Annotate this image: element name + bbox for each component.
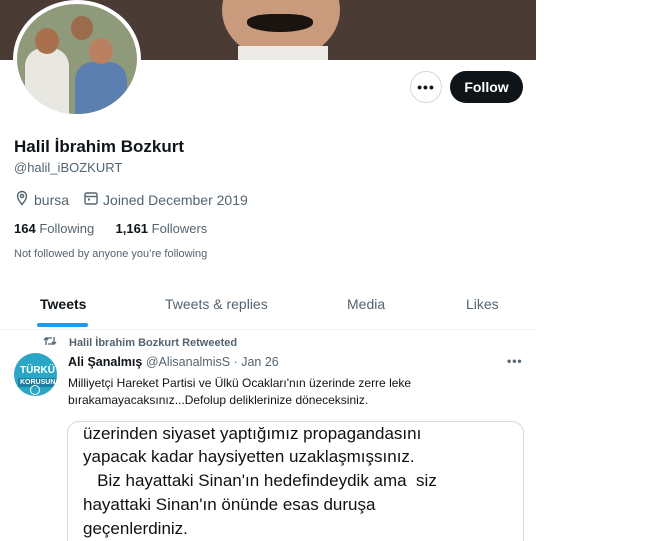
tweet-separator: ·: [233, 355, 238, 369]
avatar-head-1: [35, 28, 59, 54]
banner-collar: [238, 46, 328, 60]
avatar-head-2: [89, 38, 113, 64]
tweet-text-line: Milliyetçi Hareket Partisi ve Ülkü Ocakl…: [68, 376, 412, 390]
not-followed-text: Not followed by anyone you’re following: [14, 248, 208, 260]
tab-tweets[interactable]: Tweets: [40, 296, 86, 312]
following-label: Following: [39, 221, 95, 236]
followers-link[interactable]: 1,161 Followers: [116, 221, 208, 236]
active-tab-indicator: [37, 323, 88, 327]
tweet-header: Ali Şanalmış @AlisanalmisS · Jan 26: [68, 355, 279, 369]
tweet-media-image[interactable]: üzerinden siyaset yaptığımız propagandas…: [67, 421, 524, 541]
tweet-text: Milliyetçi Hareket Partisi ve Ülkü Ocakl…: [68, 375, 508, 409]
profile-stats: 164 Following 1,161 Followers: [14, 221, 207, 236]
avatar-head-3: [71, 16, 93, 40]
retweet-label: Halil İbrahim Bozkurt Retweeted: [69, 336, 238, 349]
retweet-icon: [43, 335, 57, 350]
tab-tweets-replies[interactable]: Tweets & replies: [165, 296, 268, 312]
tweet-author-avatar[interactable]: TÜRKÜ KORUSUN: [14, 353, 57, 396]
tweet-more-icon[interactable]: •••: [507, 354, 523, 368]
media-text-line: geçenlerdiniz.: [83, 519, 188, 538]
media-text-line: hayattaki Sinan'ın önünde esas duruşa: [83, 495, 376, 514]
followers-count: 1,161: [115, 221, 149, 236]
tweet-author-name[interactable]: Ali Şanalmış: [68, 355, 142, 369]
tab-media[interactable]: Media: [347, 296, 385, 312]
follow-button[interactable]: Follow: [450, 71, 523, 103]
avatar-emblem: [30, 385, 40, 395]
calendar-icon: [83, 190, 99, 209]
location-icon: [14, 190, 30, 209]
tweet-date[interactable]: Jan 26: [241, 355, 279, 369]
banner-mustache: [247, 14, 313, 32]
avatar-figure-2: [75, 62, 127, 114]
media-text-line: yapacak kadar haysiyetten uzaklaşmışsını…: [83, 447, 415, 466]
retweet-context[interactable]: Halil İbrahim Bozkurt Retweeted: [43, 335, 237, 350]
followers-label: Followers: [151, 221, 208, 236]
media-text-line: Biz hayattaki Sinan'ın hedefindeydik ama…: [83, 471, 437, 490]
profile-meta: bursa Joined December 2019: [14, 190, 248, 209]
profile-handle: @halil_iBOZKURT: [14, 160, 123, 175]
more-icon: •••: [417, 79, 435, 95]
tweet-text-line: bırakamayacaksınız...Defolup deliklerini…: [68, 393, 369, 407]
media-text-line: üzerinden siyaset yaptığımız propagandas…: [83, 424, 422, 443]
profile-avatar[interactable]: [13, 0, 141, 118]
avatar-text-top: TÜRKÜ: [20, 365, 55, 376]
profile-joined: Joined December 2019: [103, 191, 248, 208]
following-link[interactable]: 164 Following: [14, 221, 94, 236]
profile-name: Halil İbrahim Bozkurt: [14, 137, 185, 156]
avatar-figure-1: [25, 48, 69, 114]
profile-column: ••• Follow Halil İbrahim Bozkurt @halil_…: [0, 0, 536, 541]
tab-likes[interactable]: Likes: [466, 296, 499, 312]
following-count: 164: [14, 221, 36, 236]
profile-location: bursa: [34, 191, 70, 208]
tweet-author-handle[interactable]: @AlisanalmisS: [146, 355, 230, 369]
profile-tabs: Tweets Tweets & replies Media Likes: [0, 288, 536, 330]
more-options-button[interactable]: •••: [410, 71, 442, 103]
